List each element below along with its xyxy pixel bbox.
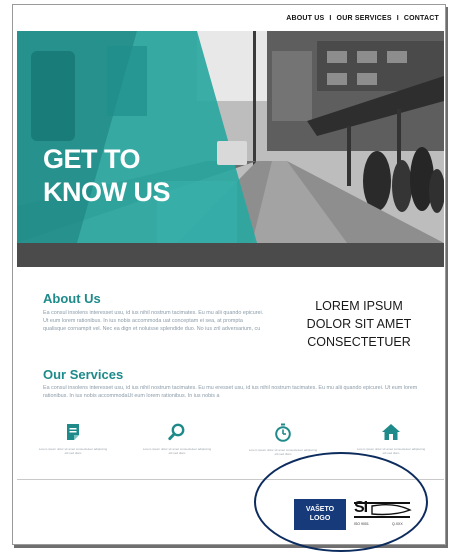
stopwatch-icon (275, 423, 291, 442)
service-item-home[interactable]: Lorem ipsum dolor sit amet consectetuer … (355, 423, 427, 455)
nav-contact[interactable]: CONTACT (404, 15, 439, 22)
hero-title-line1: GET TO (43, 144, 141, 174)
tagline-line1: LOREM IPSUM (315, 299, 403, 313)
nav-about-us[interactable]: ABOUT US (286, 15, 324, 22)
dark-band (17, 243, 444, 267)
tagline-line2: DOLOR SIT AMET (306, 317, 412, 331)
services-title: Our Services (43, 367, 124, 382)
hero-street-photo (17, 31, 444, 243)
document-icon (67, 424, 79, 440)
highlight-ellipse (254, 452, 428, 552)
service-item-stopwatch[interactable]: Lorem ipsum dolor sit amet consectetuer … (247, 423, 319, 456)
about-text: Ea consul insolens interesset usu, id iu… (43, 310, 264, 332)
hero-title: GET TO KNOW US (43, 143, 171, 209)
top-nav: ABOUT US I OUR SERVICES I CONTACT (286, 15, 439, 22)
home-icon (382, 424, 400, 440)
search-icon (168, 423, 185, 441)
service-item-search[interactable]: Lorem ipsum dolor sit amet consectetuer … (141, 423, 213, 455)
hero-banner: GET TO KNOW US (17, 31, 444, 243)
tagline-line3: CONSECTETUER (307, 335, 411, 349)
service-caption: Lorem ipsum dolor sit amet consectetuer … (38, 447, 108, 455)
service-caption: Lorem ipsum dolor sit amet consectetuer … (142, 447, 212, 455)
nav-separator: I (329, 15, 332, 22)
about-title: About Us (43, 291, 101, 306)
service-item-document[interactable]: Lorem ipsum dolor sit amet consectetuer … (37, 423, 109, 455)
nav-separator: I (396, 15, 399, 22)
nav-our-services[interactable]: OUR SERVICES (337, 15, 392, 22)
services-text: Ea consul insolens interesset usu, id iu… (43, 385, 418, 399)
tagline: LOREM IPSUM DOLOR SIT AMET CONSECTETUER (289, 297, 429, 351)
hero-title-line2: KNOW US (43, 177, 171, 207)
